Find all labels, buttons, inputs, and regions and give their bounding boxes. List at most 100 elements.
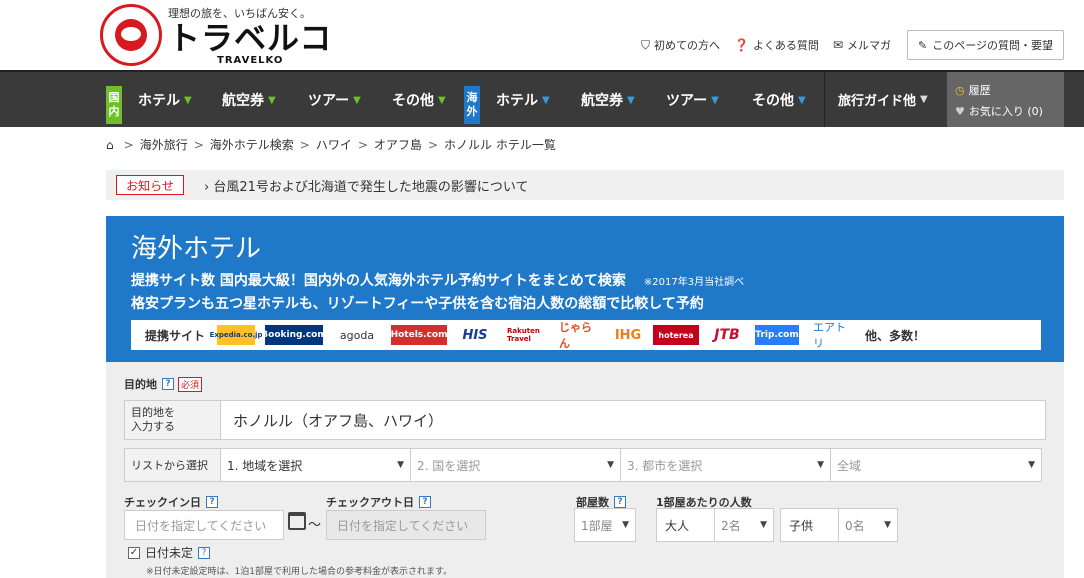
site-header: 理想の旅を、いちばん安く。 トラベルコ TRAVELKO ⛉ 初めての方へ ❓ よく… (0, 0, 1084, 70)
breadcrumb-sep: > (357, 137, 368, 152)
banner-line1-text: 提携サイト数 国内最大級！国内外の人気海外ホテル予約サイトをまとめて検索 (131, 273, 626, 289)
nav-overseas-tour[interactable]: ツアー ▼ (666, 90, 719, 110)
nav-overseas-air[interactable]: 航空券 ▼ (581, 90, 635, 110)
partner-logo-jalan: じゃらん (559, 321, 593, 350)
domestic-badge: 国内 (106, 86, 122, 124)
help-icon[interactable]: ? (198, 546, 211, 559)
partner-logo-hotels: Hotels.com (391, 325, 447, 345)
chevron-down-icon: ▼ (268, 94, 276, 106)
help-icon[interactable]: ? (419, 496, 431, 508)
logo-seal-icon (100, 4, 162, 66)
nav-domestic-tour[interactable]: ツアー ▼ (308, 90, 361, 110)
page-title: 海外ホテル (131, 234, 262, 264)
nav-overseas-hotel[interactable]: ホテル ▼ (496, 90, 550, 110)
nav-domestic-air[interactable]: 航空券 ▼ (222, 90, 276, 110)
partners-label: 提携サイト (145, 328, 206, 343)
favorites-link[interactable]: ♥ お気に入り (0) (955, 103, 1043, 119)
breadcrumb-current: ホノルル ホテル一覧 (444, 138, 556, 152)
help-icon[interactable]: ? (162, 378, 174, 390)
partner-logo-airtrip: エアトリ (813, 321, 847, 350)
chevron-down-icon: ▼ (798, 94, 806, 106)
breadcrumb-item[interactable]: ハワイ (316, 136, 352, 153)
country-select[interactable]: 2. 国を選択 ▼ (411, 449, 621, 481)
page-feedback-button[interactable]: ✎ このページの質問・要望 (907, 30, 1064, 60)
partner-logo-booking: Booking.com (261, 325, 327, 345)
chevron-down-icon: ▼ (353, 94, 361, 106)
region-select[interactable]: 1. 地域を選択 ▼ (221, 449, 411, 481)
nav-label: ホテル (496, 93, 538, 109)
nav-divider (824, 72, 825, 127)
date-undecided-label: 日付未定 (145, 546, 194, 560)
nav-user-panel: ◷ 履歴 ♥ お気に入り (0) (947, 72, 1064, 127)
caret-down-icon: ▼ (397, 460, 404, 470)
nav-guide[interactable]: 旅行ガイド他 ▼ (838, 90, 928, 109)
calendar-icon[interactable] (288, 512, 306, 530)
logo[interactable]: 理想の旅を、いちばん安く。 トラベルコ TRAVELKO (100, 4, 332, 66)
city-select-value: 3. 都市を選択 (627, 458, 703, 473)
notice-link[interactable]: › 台風21号および北海道で発生した地震の影響について (204, 176, 529, 195)
required-badge: 必須 (178, 376, 203, 392)
partner-logo-jtb: JTB (714, 327, 740, 343)
chevron-right-icon: › (204, 179, 210, 195)
partner-logo-rakuten: Rakuten Travel (507, 327, 540, 343)
nav-overseas-other[interactable]: その他 ▼ (752, 90, 806, 110)
breadcrumb: ⌂ > 海外旅行 > 海外ホテル検索 > ハワイ > オアフ島 > ホノルル ホ… (106, 136, 556, 153)
chevron-down-icon: ▼ (711, 94, 719, 106)
date-range-tilde: 〜 (308, 518, 322, 533)
nav-domestic-other[interactable]: その他 ▼ (392, 90, 446, 110)
help-icon[interactable]: ? (614, 496, 626, 508)
partner-logo-hoterea: hoterea (653, 325, 700, 345)
banner-line1: 提携サイト数 国内最大級！国内外の人気海外ホテル予約サイトをまとめて検索 ※201… (131, 270, 744, 290)
city-select[interactable]: 3. 都市を選択 ▼ (621, 449, 831, 481)
hotel-search-form: 目的地 ? 必須 目的地を 入力する ホノルル（オアフ島、ハワイ） リストから選… (106, 362, 1064, 578)
nav-label: その他 (752, 93, 794, 109)
first-time-link[interactable]: ⛉ 初めての方へ (641, 37, 720, 53)
newsletter-label: メルマガ (847, 39, 891, 52)
chevron-down-icon: ▼ (542, 94, 550, 106)
destination-field[interactable]: 目的地を 入力する ホノルル（オアフ島、ハワイ） (124, 400, 1046, 440)
destination-field-label-line1: 目的地を (131, 406, 175, 419)
date-undecided-checkbox[interactable]: ✓ 日付未定 ? (128, 544, 211, 561)
destination-input[interactable]: ホノルル（オアフ島、ハワイ） (221, 401, 443, 439)
hero-banner: 海外ホテル 提携サイト数 国内最大級！国内外の人気海外ホテル予約サイトをまとめて… (106, 216, 1064, 362)
checkin-heading: チェックイン日? (124, 494, 218, 510)
chevron-down-icon: ▼ (627, 94, 635, 106)
checkout-label: チェックアウト日 (326, 496, 414, 509)
nav-label: ツアー (666, 93, 708, 109)
breadcrumb-sep: > (427, 137, 438, 152)
checkin-input[interactable]: 日付を指定してください (124, 510, 284, 540)
child-value: 0名 (845, 518, 865, 533)
help-icon[interactable]: ? (206, 496, 218, 508)
destination-label: 目的地 (124, 378, 157, 391)
date-undecided-note: ※日付未定設定時は、1泊1部屋で利用した場合の参考料金が表示されます。 (146, 567, 453, 577)
first-time-label: 初めての方へ (653, 39, 720, 52)
header-links: ⛉ 初めての方へ ❓ よくある質問 ✉ メルマガ ✎ このページの質問・要望 (627, 30, 1064, 60)
breadcrumb-sep: > (193, 137, 204, 152)
domestic-badge-char2: 内 (108, 105, 120, 118)
checkout-input[interactable]: 日付を指定してください (326, 510, 486, 540)
breadcrumb-item[interactable]: 海外旅行 (140, 136, 188, 153)
notice-text: 台風21号および北海道で発生した地震の影響について (213, 179, 529, 195)
newsletter-link[interactable]: ✉ メルマガ (833, 37, 891, 53)
checkin-label: チェックイン日 (124, 496, 201, 509)
breadcrumb-item[interactable]: 海外ホテル検索 (210, 136, 294, 153)
rooms-select[interactable]: 1部屋 ▼ (574, 508, 636, 542)
overseas-badge-char2: 外 (466, 105, 478, 118)
overseas-badge-char1: 海 (466, 91, 478, 104)
destination-heading: 目的地 ? 必須 (124, 376, 203, 392)
nav-label: ツアー (308, 93, 350, 109)
partner-logos: 提携サイト Expedia.co.jp Booking.com agoda Ho… (131, 320, 1041, 350)
child-label: 子供 (781, 509, 839, 541)
checkout-heading: チェックアウト日? (326, 494, 431, 510)
history-link[interactable]: ◷ 履歴 (955, 82, 991, 98)
nav-domestic-hotel[interactable]: ホテル ▼ (138, 90, 192, 110)
area-select[interactable]: 全域 ▼ (831, 449, 1041, 481)
notice-label: お知らせ (116, 175, 184, 195)
partner-logo-ihg: IHG (614, 327, 642, 343)
breadcrumb-item[interactable]: オアフ島 (374, 136, 422, 153)
home-icon[interactable]: ⌂ (106, 138, 114, 152)
adult-select[interactable]: 大人 2名 ▼ (656, 508, 774, 542)
chevron-down-icon: ▼ (184, 94, 192, 106)
child-select[interactable]: 子供 0名 ▼ (780, 508, 898, 542)
faq-link[interactable]: ❓ よくある質問 (734, 37, 819, 53)
